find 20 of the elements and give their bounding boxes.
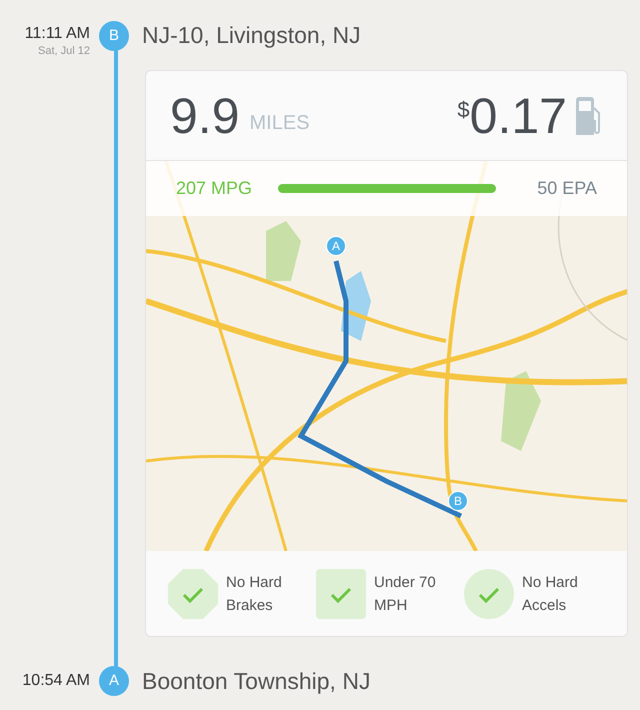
square-check-icon bbox=[316, 568, 366, 618]
stop-place: Boonton Township, NJ bbox=[142, 667, 370, 696]
distance-unit: MILES bbox=[250, 110, 310, 136]
badge-label: Under 70 MPH bbox=[374, 572, 437, 616]
badge-label: No Hard Accels bbox=[522, 572, 579, 616]
currency-symbol: $ bbox=[457, 96, 470, 124]
circle-check-icon bbox=[464, 568, 514, 618]
stop-place: NJ-10, Livingston, NJ bbox=[142, 22, 361, 48]
octagon-check-icon bbox=[168, 568, 218, 618]
stop-time: 10:54 AM bbox=[21, 671, 90, 692]
stop-date: Sat, Jul 12 bbox=[38, 44, 90, 58]
stop-marker: B bbox=[99, 21, 129, 51]
distance-value: 9.9 bbox=[170, 90, 240, 140]
stop-marker: A bbox=[99, 666, 129, 696]
stop-time: 11:11 AM bbox=[24, 24, 90, 44]
epa-value: 50 EPA bbox=[537, 177, 597, 200]
fuel-pump-icon bbox=[575, 96, 603, 136]
badge-label: No Hard Brakes bbox=[226, 572, 283, 616]
mpg-value: 207 MPG bbox=[176, 177, 254, 200]
fuel-cost: 0.17 bbox=[470, 90, 567, 140]
